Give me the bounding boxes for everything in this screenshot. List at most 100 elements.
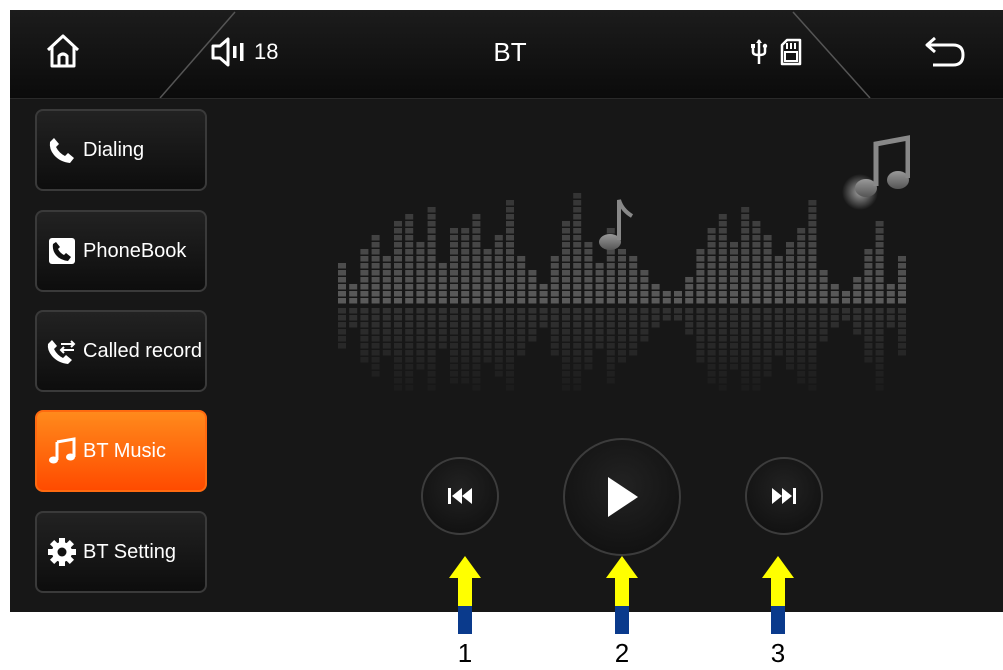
eq-segment xyxy=(741,284,750,290)
sidebar-item-bt-music[interactable]: BT Music xyxy=(35,410,207,492)
sidebar-item-dialing[interactable]: Dialing xyxy=(35,109,207,191)
eq-segment xyxy=(382,298,391,304)
eq-segment xyxy=(741,221,750,227)
eq-reflection-segment xyxy=(450,315,458,321)
eq-reflection-segment xyxy=(752,357,761,363)
eq-segment xyxy=(506,263,514,269)
eq-reflection-segment xyxy=(394,308,402,314)
eq-reflection-segment xyxy=(573,385,582,391)
eq-reflection-segment xyxy=(730,364,738,370)
eq-reflection-segment xyxy=(797,357,806,363)
previous-track-button[interactable] xyxy=(421,457,499,535)
eq-reflection-segment xyxy=(864,322,873,328)
eq-reflection-segment xyxy=(438,308,447,314)
eq-reflection-segment xyxy=(774,329,783,335)
eq-segment xyxy=(360,291,369,297)
eq-reflection-segment xyxy=(584,315,593,321)
sidebar-item-bt-setting[interactable]: BT Setting xyxy=(35,511,207,593)
eq-reflection-segment xyxy=(898,315,906,321)
eq-reflection-segment xyxy=(394,315,402,321)
eq-reflection-segment xyxy=(573,336,582,342)
eq-segment xyxy=(483,256,492,262)
eq-reflection-segment xyxy=(875,308,884,314)
eq-segment xyxy=(808,214,817,220)
eq-segment xyxy=(584,249,593,255)
eq-reflection-segment xyxy=(752,343,761,349)
call-record-icon xyxy=(47,340,76,364)
eq-reflection-segment xyxy=(797,364,806,370)
eq-segment xyxy=(450,291,458,297)
eq-reflection-segment xyxy=(394,364,402,370)
eq-segment xyxy=(752,228,761,234)
eq-reflection-segment xyxy=(786,357,794,363)
eq-segment xyxy=(741,263,750,269)
eq-segment xyxy=(472,256,481,262)
eq-segment xyxy=(338,263,346,269)
eq-segment xyxy=(864,256,873,262)
eq-reflection-segment xyxy=(573,357,582,363)
eq-reflection-segment xyxy=(528,336,537,342)
eq-segment xyxy=(606,284,615,290)
sidebar-item-label: Called record xyxy=(83,339,202,362)
play-button[interactable] xyxy=(563,438,681,556)
sidebar-item-called-record[interactable]: Called record xyxy=(35,310,207,392)
eq-segment xyxy=(898,291,906,297)
sidebar-item-phonebook[interactable]: PhoneBook xyxy=(35,210,207,292)
eq-segment xyxy=(472,291,481,297)
home-button[interactable] xyxy=(40,28,86,74)
eq-segment xyxy=(875,291,884,297)
eq-segment xyxy=(438,277,447,283)
eq-reflection-segment xyxy=(427,350,436,356)
eq-reflection-segment xyxy=(394,378,402,384)
eq-segment xyxy=(506,214,514,220)
eq-segment xyxy=(786,270,794,276)
eq-reflection-segment xyxy=(450,322,458,328)
eq-segment xyxy=(349,291,358,297)
eq-segment xyxy=(752,263,761,269)
eq-reflection-segment xyxy=(808,371,817,377)
eq-segment xyxy=(786,277,794,283)
eq-segment xyxy=(606,291,615,297)
eq-reflection-segment xyxy=(830,315,839,321)
back-arrow-icon xyxy=(925,36,965,67)
eq-segment xyxy=(786,249,794,255)
eq-reflection-segment xyxy=(562,315,570,321)
eq-segment xyxy=(875,235,884,241)
eq-reflection-segment xyxy=(718,378,727,384)
eq-segment xyxy=(338,298,346,304)
eq-segment xyxy=(394,228,402,234)
eq-reflection-segment xyxy=(629,329,638,335)
eq-reflection-segment xyxy=(483,329,492,335)
eq-reflection-segment xyxy=(573,322,582,328)
eq-reflection-segment xyxy=(808,350,817,356)
eq-reflection-segment xyxy=(606,322,615,328)
eq-segment xyxy=(472,221,481,227)
eq-segment xyxy=(606,256,615,262)
eq-segment xyxy=(494,263,503,269)
eq-reflection-segment xyxy=(427,357,436,363)
eq-reflection-segment xyxy=(808,385,817,391)
eq-segment xyxy=(405,221,414,227)
eq-reflection-segment xyxy=(707,357,716,363)
eq-segment xyxy=(595,298,604,304)
eq-reflection-segment xyxy=(595,315,604,321)
eq-reflection-segment xyxy=(595,336,604,342)
eq-segment xyxy=(853,277,862,283)
next-track-button[interactable] xyxy=(745,457,823,535)
eq-reflection-segment xyxy=(786,329,794,335)
eq-segment xyxy=(808,221,817,227)
back-button[interactable] xyxy=(920,30,970,74)
eq-reflection-segment xyxy=(405,308,414,314)
eq-segment xyxy=(450,235,458,241)
eq-reflection-segment xyxy=(786,350,794,356)
volume-indicator[interactable]: 18 xyxy=(210,30,278,74)
eq-reflection-segment xyxy=(875,322,884,328)
eq-reflection-segment xyxy=(797,315,806,321)
eq-segment xyxy=(898,270,906,276)
eq-reflection-segment xyxy=(674,308,682,314)
eq-reflection-segment xyxy=(450,336,458,342)
eq-segment xyxy=(494,284,503,290)
eq-reflection-segment xyxy=(853,315,862,321)
eq-segment xyxy=(864,270,873,276)
eq-reflection-segment xyxy=(472,364,481,370)
